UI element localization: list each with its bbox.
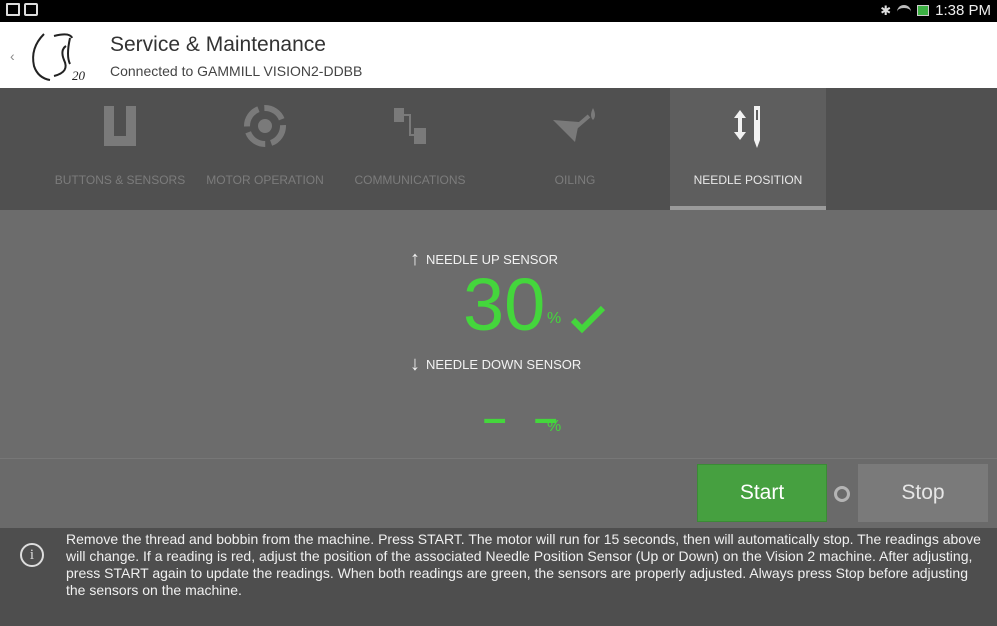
sensor-icon	[104, 106, 136, 146]
tab-communications[interactable]: COMMUNICATIONS	[340, 88, 480, 210]
needle-icon	[734, 106, 760, 148]
arrow-up-icon: ↑	[410, 248, 420, 270]
connection-status: Connected to GAMMILL VISION2-DDBB	[110, 63, 363, 79]
oil-can-icon	[553, 108, 595, 142]
instructions-text: Remove the thread and bobbin from the ma…	[66, 531, 981, 598]
tab-label: MOTOR OPERATION	[206, 173, 324, 187]
app-header: ‹ 20 Service & Maintenance Connected to …	[0, 22, 997, 88]
tab-buttons-sensors[interactable]: BUTTONS & SENSORS	[50, 88, 190, 210]
status-bar: ✱ 1:38 PM	[0, 0, 997, 22]
tab-needle-position[interactable]: NEEDLE POSITION	[670, 88, 826, 210]
stop-button[interactable]: Stop	[858, 464, 988, 522]
gammill-logo: 20	[32, 33, 86, 83]
arrow-down-icon: ↓	[410, 353, 420, 375]
tab-oiling[interactable]: OILING	[480, 88, 670, 210]
bluetooth-icon: ✱	[880, 2, 892, 18]
needle-up-unit: %	[547, 310, 562, 327]
info-icon: i	[20, 543, 44, 567]
tab-label: COMMUNICATIONS	[354, 173, 466, 187]
back-icon[interactable]: ‹	[10, 48, 15, 64]
needle-down-sensor-label: ↓ NEEDLE DOWN SENSOR	[410, 353, 581, 376]
needle-sensor-panel: ↑ NEEDLE UP SENSOR 30 % ↓ NEEDLE DOWN SE…	[0, 210, 997, 458]
instructions-panel: i Remove the thread and bobbin from the …	[0, 528, 997, 626]
message-notification-icon	[24, 3, 38, 16]
status-indicator-icon	[834, 486, 850, 502]
start-button[interactable]: Start	[697, 464, 827, 522]
svg-text:20: 20	[72, 68, 86, 83]
tab-bar: BUTTONS & SENSORS MOTOR OPERATION COMMUN…	[0, 88, 997, 210]
tab-label: OILING	[554, 173, 596, 187]
gallery-notification-icon	[6, 3, 20, 16]
tab-label: NEEDLE POSITION	[693, 173, 803, 187]
tab-label: BUTTONS & SENSORS	[54, 173, 186, 187]
motor-icon	[244, 105, 286, 147]
action-bar: Start Stop	[0, 458, 997, 528]
clock: 1:38 PM	[935, 2, 991, 19]
wifi-icon	[897, 4, 912, 17]
needle-up-value: 30	[463, 263, 546, 346]
checkmark-icon	[570, 305, 606, 334]
battery-icon	[917, 5, 930, 16]
page-title: Service & Maintenance	[110, 33, 326, 56]
needle-down-label-text: NEEDLE DOWN SENSOR	[426, 357, 582, 372]
communications-icon	[394, 108, 426, 144]
needle-down-unit: %	[547, 418, 562, 435]
tab-motor-operation[interactable]: MOTOR OPERATION	[190, 88, 340, 210]
